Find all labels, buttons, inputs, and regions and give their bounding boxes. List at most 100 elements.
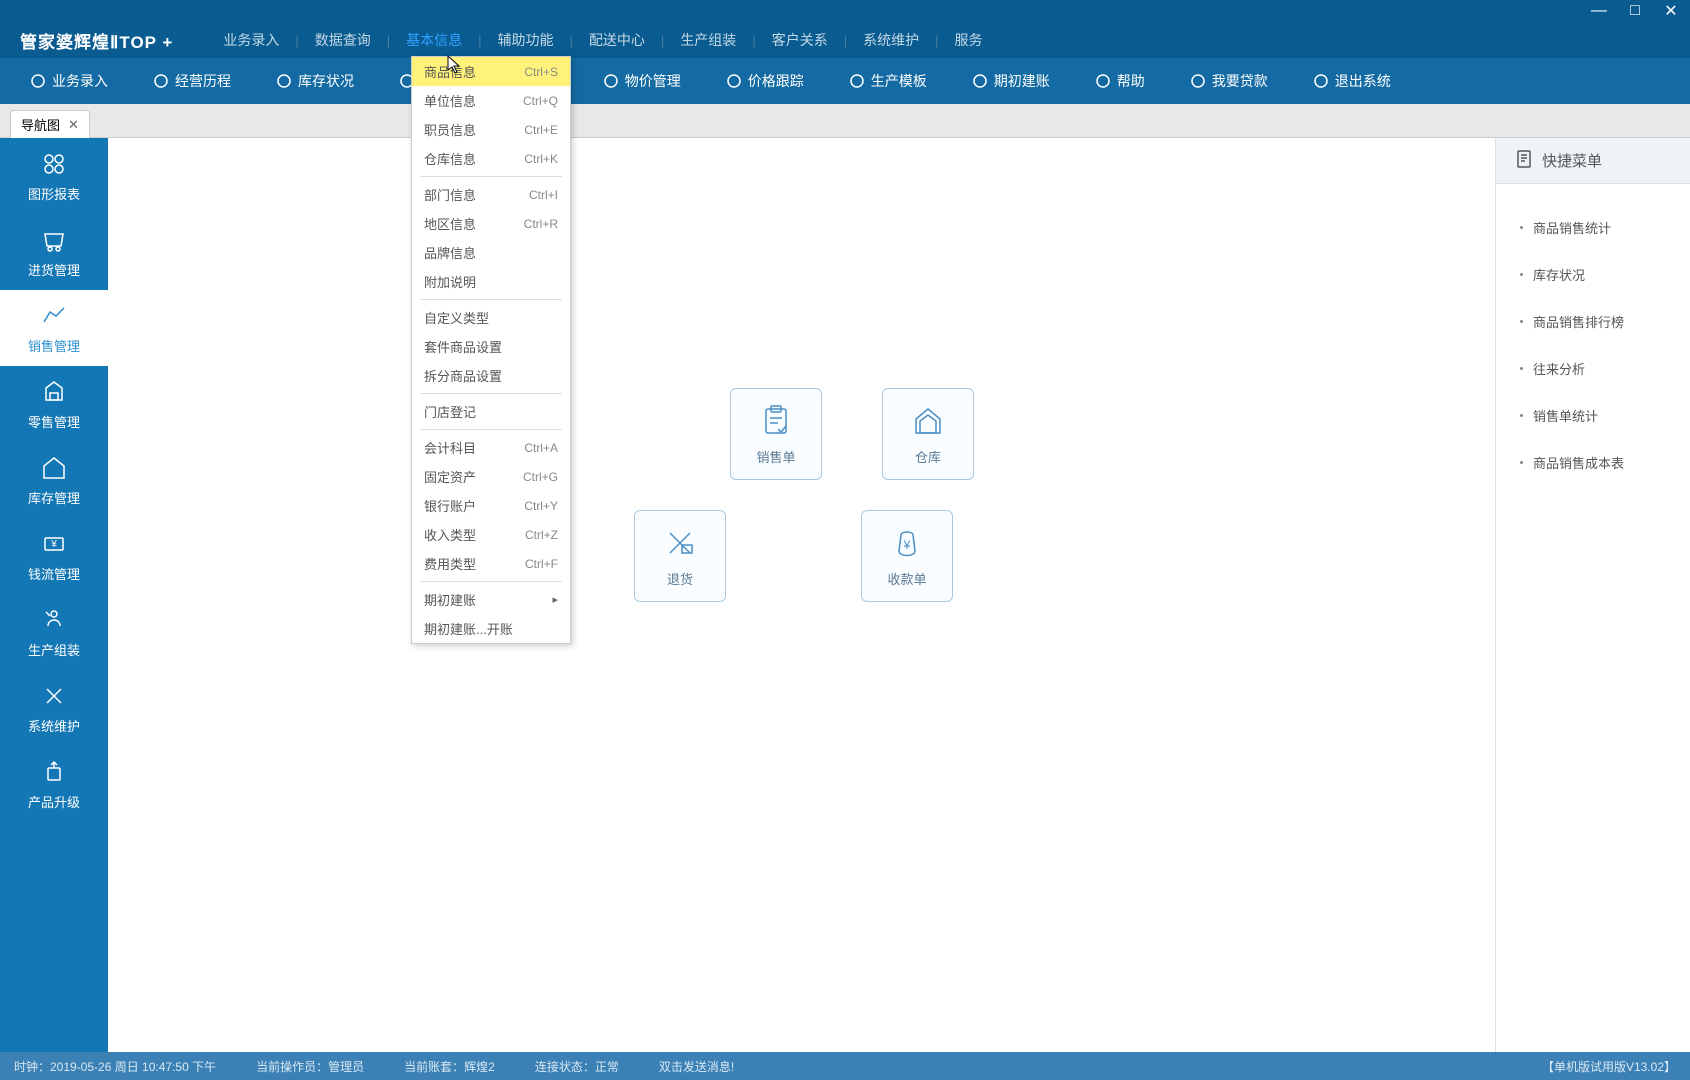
dropdown-shortcut: Ctrl+R (524, 217, 558, 231)
dropdown-item-费用类型[interactable]: 费用类型Ctrl+F (412, 549, 570, 578)
card-收款单[interactable]: ¥收款单 (861, 510, 953, 602)
dropdown-item-收入类型[interactable]: 收入类型Ctrl+Z (412, 520, 570, 549)
dropdown-item-职员信息[interactable]: 职员信息Ctrl+E (412, 115, 570, 144)
toolbar-item-2[interactable]: 库存状况 (276, 71, 354, 91)
toolbar-item-8[interactable]: 期初建账 (972, 71, 1050, 91)
bullet-icon (1520, 226, 1523, 229)
menu-数据查询[interactable]: 数据查询 (305, 30, 381, 50)
sidebar-item-生产组装[interactable]: 生产组装 (0, 594, 108, 670)
toolbar-item-5[interactable]: 物价管理 (603, 71, 681, 91)
quick-item-商品销售统计[interactable]: 商品销售统计 (1496, 204, 1690, 251)
card-仓库[interactable]: 仓库 (882, 388, 974, 480)
menu-separator: | (381, 33, 396, 48)
sidebar-label: 系统维护 (28, 716, 80, 735)
toolbar: 业务录入经营历程库存状况¥现金银行物价管理价格跟踪生产模板期初建账帮助我要贷款退… (0, 58, 1690, 104)
quick-menu-panel: 快捷菜单 商品销售统计库存状况商品销售排行榜往来分析销售单统计商品销售成本表 (1495, 138, 1690, 1052)
menu-客户关系[interactable]: 客户关系 (762, 30, 838, 50)
quick-item-往来分析[interactable]: 往来分析 (1496, 345, 1690, 392)
sidebar: 图形报表进货管理销售管理零售管理库存管理¥钱流管理生产组装系统维护产品升级 (0, 138, 108, 1052)
sidebar-label: 进货管理 (28, 260, 80, 279)
dropdown-label: 固定资产 (424, 467, 476, 486)
dropdown-label: 职员信息 (424, 120, 476, 139)
sidebar-label: 零售管理 (28, 412, 80, 431)
toolbar-item-11[interactable]: 退出系统 (1313, 71, 1391, 91)
sidebar-icon-8 (40, 758, 68, 786)
dropdown-item-拆分商品设置[interactable]: 拆分商品设置 (412, 361, 570, 390)
toolbar-icon-9 (1095, 73, 1111, 89)
tab-navigation[interactable]: 导航图 ✕ (10, 110, 90, 138)
menu-辅助功能[interactable]: 辅助功能 (488, 30, 564, 50)
toolbar-item-0[interactable]: 业务录入 (30, 71, 108, 91)
dropdown-item-品牌信息[interactable]: 品牌信息 (412, 238, 570, 267)
dropdown-item-部门信息[interactable]: 部门信息Ctrl+I (412, 180, 570, 209)
bullet-icon (1520, 273, 1523, 276)
dropdown-item-地区信息[interactable]: 地区信息Ctrl+R (412, 209, 570, 238)
close-button[interactable]: ✕ (1662, 1, 1680, 21)
quick-item-库存状况[interactable]: 库存状况 (1496, 251, 1690, 298)
sidebar-item-系统维护[interactable]: 系统维护 (0, 670, 108, 746)
menu-配送中心[interactable]: 配送中心 (579, 30, 655, 50)
menu-服务[interactable]: 服务 (944, 30, 992, 50)
sidebar-icon-6 (40, 606, 68, 634)
toolbar-label: 退出系统 (1335, 71, 1391, 91)
minimize-button[interactable]: — (1590, 2, 1608, 20)
card-退货[interactable]: 退货 (634, 510, 726, 602)
quick-item-label: 商品销售排行榜 (1533, 312, 1624, 331)
sidebar-item-进货管理[interactable]: 进货管理 (0, 214, 108, 290)
dropdown-label: 期初建账 (424, 590, 476, 609)
menu-生产组装[interactable]: 生产组装 (670, 30, 746, 50)
dropdown-item-自定义类型[interactable]: 自定义类型 (412, 303, 570, 332)
tab-label: 导航图 (21, 115, 60, 134)
dropdown-item-期初建账...开账[interactable]: 期初建账...开账 (412, 614, 570, 643)
quick-item-label: 商品销售成本表 (1533, 453, 1624, 472)
menu-业务录入[interactable]: 业务录入 (213, 30, 289, 50)
dropdown-shortcut: Ctrl+Q (523, 94, 558, 108)
menu-系统维护[interactable]: 系统维护 (853, 30, 929, 50)
menu-separator: | (838, 33, 853, 48)
sidebar-item-产品升级[interactable]: 产品升级 (0, 746, 108, 822)
menu-基本信息[interactable]: 基本信息 (396, 30, 472, 50)
quick-item-商品销售成本表[interactable]: 商品销售成本表 (1496, 439, 1690, 486)
toolbar-item-10[interactable]: 我要贷款 (1190, 71, 1268, 91)
dropdown-item-固定资产[interactable]: 固定资产Ctrl+G (412, 462, 570, 491)
menu-separator: | (564, 33, 579, 48)
toolbar-item-6[interactable]: 价格跟踪 (726, 71, 804, 91)
dropdown-item-套件商品设置[interactable]: 套件商品设置 (412, 332, 570, 361)
dropdown-item-商品信息[interactable]: 商品信息Ctrl+S (412, 57, 570, 86)
dropdown-label: 费用类型 (424, 554, 476, 573)
dropdown-item-门店登记[interactable]: 门店登记 (412, 397, 570, 426)
dropdown-item-仓库信息[interactable]: 仓库信息Ctrl+K (412, 144, 570, 173)
toolbar-label: 期初建账 (994, 71, 1050, 91)
dropdown-separator (420, 176, 562, 177)
dropdown-shortcut: Ctrl+I (529, 188, 558, 202)
svg-text:¥: ¥ (50, 539, 57, 550)
dropdown-item-单位信息[interactable]: 单位信息Ctrl+Q (412, 86, 570, 115)
toolbar-item-1[interactable]: 经营历程 (153, 71, 231, 91)
quick-item-商品销售排行榜[interactable]: 商品销售排行榜 (1496, 298, 1690, 345)
sidebar-label: 销售管理 (28, 336, 80, 355)
toolbar-item-9[interactable]: 帮助 (1095, 71, 1145, 91)
dropdown-label: 会计科目 (424, 438, 476, 457)
quick-item-label: 商品销售统计 (1533, 218, 1611, 237)
sidebar-item-零售管理[interactable]: 零售管理 (0, 366, 108, 442)
dropdown-label: 门店登记 (424, 402, 476, 421)
dropdown-item-银行账户[interactable]: 银行账户Ctrl+Y (412, 491, 570, 520)
maximize-button[interactable]: □ (1626, 2, 1644, 20)
card-销售单[interactable]: 销售单 (730, 388, 822, 480)
status-message-hint[interactable]: 双击发送消息! (659, 1058, 734, 1075)
dropdown-separator (420, 299, 562, 300)
bullet-icon (1520, 367, 1523, 370)
quick-item-销售单统计[interactable]: 销售单统计 (1496, 392, 1690, 439)
sidebar-item-钱流管理[interactable]: ¥钱流管理 (0, 518, 108, 594)
dropdown-item-会计科目[interactable]: 会计科目Ctrl+A (412, 433, 570, 462)
dropdown-item-附加说明[interactable]: 附加说明 (412, 267, 570, 296)
toolbar-item-7[interactable]: 生产模板 (849, 71, 927, 91)
dropdown-label: 银行账户 (424, 496, 476, 515)
sidebar-item-销售管理[interactable]: 销售管理 (0, 290, 108, 366)
sidebar-label: 产品升级 (28, 792, 80, 811)
sidebar-item-图形报表[interactable]: 图形报表 (0, 138, 108, 214)
sidebar-item-库存管理[interactable]: 库存管理 (0, 442, 108, 518)
dropdown-item-期初建账[interactable]: 期初建账 (412, 585, 570, 614)
status-connection: 连接状态：正常 (535, 1058, 619, 1075)
tab-close-icon[interactable]: ✕ (68, 117, 79, 133)
